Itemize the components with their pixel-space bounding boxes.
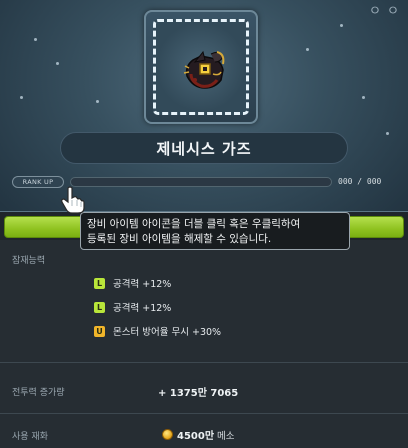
item-name-bar: 제네시스 가즈 bbox=[60, 132, 348, 164]
sparkle bbox=[34, 38, 37, 41]
hand-cursor-icon bbox=[61, 186, 85, 214]
sparkle bbox=[362, 96, 365, 99]
potential-line: U 몬스터 방어율 무시 +30% bbox=[94, 324, 221, 338]
potential-line: L 공격력 +12% bbox=[94, 300, 171, 314]
rank-progress-bar bbox=[70, 177, 332, 187]
genesis-gauntlet-icon bbox=[183, 50, 225, 89]
legendary-grade-icon: L bbox=[94, 277, 105, 289]
item-details-panel bbox=[0, 240, 408, 448]
sparkle bbox=[56, 62, 59, 65]
meso-coin-icon bbox=[162, 429, 173, 440]
potential-line-text: 공격력 +12% bbox=[113, 279, 172, 290]
potential-label: 잠재능력 bbox=[12, 256, 46, 266]
combat-power-value: + 1375만 7065 bbox=[158, 388, 239, 399]
cost-unit: 메소 bbox=[217, 430, 235, 442]
potential-line-text: 공격력 +12% bbox=[113, 303, 172, 314]
sparkle bbox=[96, 100, 99, 103]
tooltip-line: 장비 아이템 아이콘을 더블 클릭 혹은 우클릭하여 bbox=[87, 218, 301, 230]
divider bbox=[0, 362, 408, 363]
divider bbox=[0, 413, 408, 414]
rank-up-button[interactable]: RANK UP bbox=[12, 176, 64, 188]
unique-grade-icon: U bbox=[94, 325, 105, 337]
cost-row: 4500만 메소 bbox=[162, 427, 235, 442]
item-display-panel: ㅇ ㅇ 제네시스 가즈 RANK UP 000 / 000 bbox=[0, 0, 408, 212]
sparkle bbox=[340, 24, 343, 27]
item-slot-highlight bbox=[153, 19, 249, 115]
cost-amount: 4500만 bbox=[177, 431, 215, 442]
potential-line-text: 몬스터 방어율 무시 +30% bbox=[113, 327, 222, 338]
sparkle bbox=[386, 132, 389, 135]
equipment-registration-window: ㅇ ㅇ 제네시스 가즈 RANK UP 000 / 000 잠재능력 L 공격력… bbox=[0, 0, 408, 448]
sparkle bbox=[306, 48, 309, 51]
tooltip-line: 등록된 장비 아이템을 해제할 수 있습니다. bbox=[87, 233, 272, 245]
unregister-tooltip: 장비 아이템 아이콘을 더블 클릭 혹은 우클릭하여 등록된 장비 아이템을 해… bbox=[80, 212, 350, 250]
item-name: 제네시스 가즈 bbox=[156, 139, 252, 158]
rank-progress-text: 000 / 000 bbox=[338, 177, 382, 186]
sparkle bbox=[20, 96, 23, 99]
potential-line: L 공격력 +12% bbox=[94, 276, 171, 290]
combat-power-label: 전투력 증가량 bbox=[12, 388, 65, 398]
legendary-grade-icon: L bbox=[94, 301, 105, 313]
window-corner-glyph: ㅇ ㅇ bbox=[368, 4, 400, 19]
item-slot[interactable] bbox=[144, 10, 258, 124]
cost-label: 사용 재화 bbox=[12, 432, 48, 442]
